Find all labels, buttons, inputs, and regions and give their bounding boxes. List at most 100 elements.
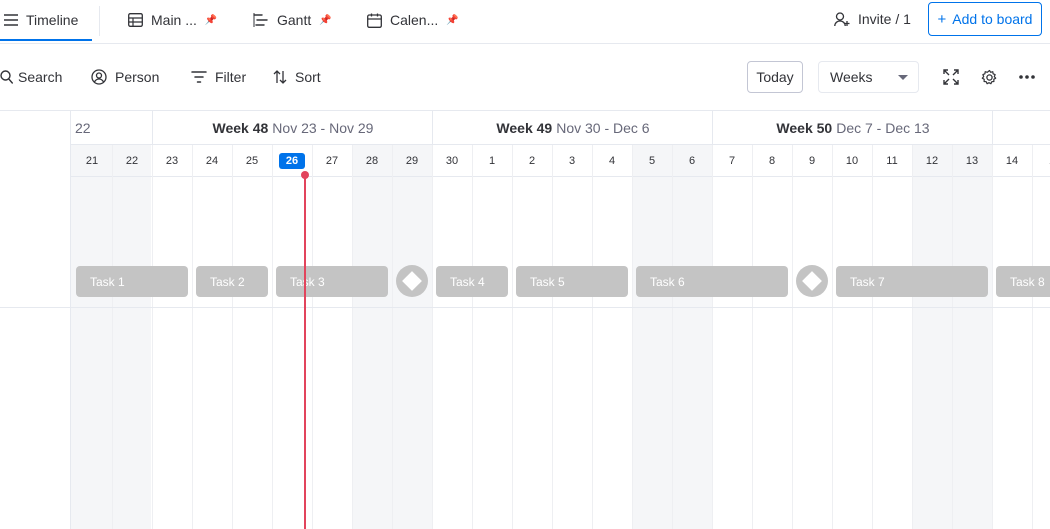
day-gridline	[632, 145, 633, 529]
task-bar[interactable]: Task 1	[76, 266, 188, 297]
tab-timeline-label: Timeline	[26, 12, 79, 28]
group-divider	[0, 307, 1050, 308]
day-cell: 1	[472, 145, 512, 176]
day-number: 27	[325, 154, 339, 167]
person-filter-button[interactable]: Person	[91, 60, 159, 94]
day-gridline	[792, 145, 793, 529]
tab-main-table-label: Main ...	[151, 12, 197, 28]
tab-calendar[interactable]: Calen... 📌	[367, 0, 459, 40]
day-number: 13	[965, 154, 979, 167]
day-number: 12	[925, 154, 939, 167]
settings-button[interactable]	[979, 67, 999, 87]
day-gridline	[752, 145, 753, 529]
tab-gantt-label: Gantt	[277, 12, 312, 28]
day-gridline	[272, 145, 273, 529]
week-header-50: Week 50 Dec 7 - Dec 13	[713, 111, 993, 144]
day-cell: 21	[72, 145, 112, 176]
day-number: 22	[125, 154, 139, 167]
task-label: Task 1	[90, 274, 125, 289]
weekend-shade	[71, 144, 151, 529]
milestone-marker[interactable]	[396, 265, 428, 297]
invite-button[interactable]: Invite / 1	[834, 0, 911, 38]
day-gridline	[552, 145, 553, 529]
timeline-grid: 22 Week 48 Nov 23 - Nov 29 Week 49 Nov 3…	[0, 110, 1050, 529]
view-tab-bar: Timeline Main ... 📌 Gantt 📌 Calen... 📌 I…	[0, 0, 1050, 44]
week-name: Week 48	[212, 119, 269, 136]
week-header-49: Week 49 Nov 30 - Dec 6	[433, 111, 713, 144]
day-number: 6	[688, 154, 696, 167]
add-to-board-button[interactable]: + Add to board	[928, 2, 1042, 36]
add-person-icon	[834, 11, 850, 26]
day-number: 3	[568, 154, 576, 167]
milestone-marker[interactable]	[796, 265, 828, 297]
person-icon	[91, 69, 107, 85]
task-bar[interactable]: Task 2	[196, 266, 268, 297]
day-gridline	[592, 145, 593, 529]
add-to-board-label: Add to board	[952, 11, 1033, 27]
day-number: 2	[528, 154, 536, 167]
day-cell: 25	[232, 145, 272, 176]
sort-label: Sort	[295, 69, 321, 85]
day-gridline	[512, 145, 513, 529]
more-options-button[interactable]	[1017, 67, 1037, 87]
day-cell: 8	[752, 145, 792, 176]
day-number: 14	[1005, 154, 1019, 167]
pin-icon[interactable]: 📌	[446, 15, 458, 26]
day-number: 23	[165, 154, 179, 167]
day-number: 11	[886, 154, 898, 167]
day-cell: 28	[352, 145, 392, 176]
task-bar[interactable]: Task 7	[836, 266, 988, 297]
search-label: Search	[18, 69, 63, 85]
day-number: 29	[405, 154, 419, 167]
tab-gantt[interactable]: Gantt 📌	[253, 0, 332, 40]
day-gridline	[112, 145, 113, 529]
day-gridline	[672, 145, 673, 529]
sort-button[interactable]: Sort	[273, 60, 321, 94]
search-button[interactable]: Search	[0, 60, 62, 94]
today-button[interactable]: Today	[747, 61, 803, 93]
calendar-icon	[367, 13, 382, 28]
task-bar[interactable]: Task 5	[516, 266, 628, 297]
task-bar[interactable]: Task 3	[276, 266, 388, 297]
day-cell: 30	[432, 145, 472, 176]
search-icon	[0, 70, 13, 84]
day-cell: 1	[1032, 145, 1050, 176]
table-icon	[128, 13, 143, 27]
week-name: Week 50	[776, 119, 833, 136]
day-number: 26	[278, 152, 306, 169]
task-label: Task 8	[1010, 274, 1045, 289]
day-cell: 11	[872, 145, 912, 176]
active-tab-indicator	[0, 39, 92, 41]
tab-divider	[99, 6, 100, 36]
task-bar[interactable]: Task 6	[636, 266, 788, 297]
day-gridline	[1032, 145, 1033, 529]
day-cell: 3	[552, 145, 592, 176]
day-gridline	[152, 145, 153, 529]
filter-button[interactable]: Filter	[191, 60, 246, 94]
task-bar[interactable]: Task 8	[996, 266, 1050, 297]
task-label: Task 4	[450, 274, 485, 289]
weekend-shade	[353, 144, 433, 529]
day-gridline	[312, 145, 313, 529]
today-marker-line	[304, 176, 306, 529]
plus-icon: +	[937, 10, 947, 28]
pin-icon[interactable]: 📌	[205, 15, 217, 26]
day-gridline	[352, 145, 353, 529]
task-bar[interactable]: Task 4	[436, 266, 508, 297]
tab-timeline[interactable]: Timeline	[4, 0, 78, 40]
day-gridline	[232, 145, 233, 529]
partial-week-header: 22	[71, 111, 153, 144]
tab-main-table[interactable]: Main ... 📌	[128, 0, 217, 40]
pin-icon[interactable]: 📌	[319, 15, 331, 26]
invite-label: Invite / 1	[858, 11, 911, 27]
day-cell: 23	[152, 145, 192, 176]
fullscreen-button[interactable]	[941, 67, 961, 87]
timescale-dropdown[interactable]: Weeks	[818, 61, 919, 93]
day-cell: 4	[592, 145, 632, 176]
day-number: 10	[845, 154, 859, 167]
day-cell: 24	[192, 145, 232, 176]
day-gridline	[912, 145, 913, 529]
day-number: 28	[365, 154, 379, 167]
task-label: Task 7	[850, 274, 885, 289]
week-name: Week 49	[496, 119, 553, 136]
